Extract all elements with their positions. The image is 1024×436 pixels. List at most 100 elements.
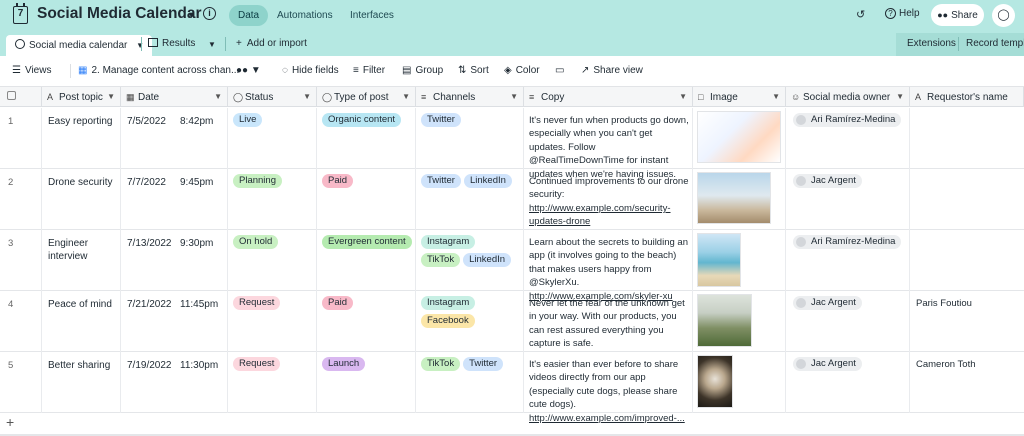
history-icon[interactable]: ↺ <box>856 8 865 21</box>
date-cell[interactable]: 7/7/2022 9:45pm <box>121 169 228 230</box>
chevron-down-icon[interactable]: ▼ <box>208 40 216 49</box>
chevron-down-icon[interactable]: ▼ <box>303 87 311 107</box>
channels-cell[interactable]: TikTok Twitter <box>416 352 524 413</box>
row-number-cell[interactable]: 1 <box>0 108 42 169</box>
post-topic-text: Better sharing <box>48 360 111 371</box>
records-grid: A Post topic ▼ ▦ Date ▼ ◯ Status ▼ ◯ Type of po… <box>0 87 1024 436</box>
post-topic-cell[interactable]: Drone security <box>42 169 121 230</box>
channels-cell[interactable]: Twitter <box>416 108 524 169</box>
row-number-cell[interactable]: 3 <box>0 230 42 291</box>
chevron-down-icon[interactable]: ▼ <box>510 87 518 107</box>
row-number-cell[interactable]: 2 <box>0 169 42 230</box>
info-icon[interactable]: i <box>203 7 216 20</box>
notifications-button[interactable]: ◯ <box>992 4 1015 27</box>
image-thumbnail-illustration[interactable] <box>697 111 781 163</box>
post-topic-cell[interactable]: Easy reporting <box>42 108 121 169</box>
date-cell[interactable]: 7/5/2022 8:42pm <box>121 108 228 169</box>
type-of-post-cell[interactable]: Paid <box>317 169 416 230</box>
post-topic-cell[interactable]: Peace of mind <box>42 291 121 352</box>
add-record-button[interactable]: + <box>6 414 14 430</box>
view-switcher[interactable]: ▦ 2. Manage content across chan... <box>78 65 239 76</box>
column-label: Type of post <box>334 92 389 103</box>
chevron-down-icon[interactable]: ▼ <box>402 87 410 107</box>
tab-social-media-calendar[interactable]: Social media calendar ▼ <box>6 35 153 56</box>
status-cell[interactable]: Request <box>228 352 317 413</box>
chevron-down-icon[interactable]: ▼ <box>187 10 196 20</box>
help-button[interactable]: ? Help <box>885 8 920 19</box>
share-view-button[interactable]: ↗ Share view <box>581 65 643 76</box>
chevron-down-icon[interactable]: ▼ <box>679 87 687 107</box>
chevron-down-icon[interactable]: ▼ <box>107 87 115 107</box>
requestor-cell[interactable] <box>910 108 1024 169</box>
nav-interfaces[interactable]: Interfaces <box>341 5 403 26</box>
type-of-post-cell[interactable]: Organic content <box>317 108 416 169</box>
views-button[interactable]: ☰ Views <box>12 65 51 76</box>
column-header-status[interactable]: ◯ Status ▼ <box>228 87 317 107</box>
image-thumbnail-bicycle[interactable] <box>697 294 752 347</box>
filter-label: Filter <box>362 65 386 76</box>
copy-link[interactable]: http://www.example.com/improved-... <box>529 413 685 424</box>
extensions-button[interactable]: Extensions <box>907 38 956 49</box>
image-thumbnail-dog[interactable] <box>697 355 733 408</box>
copy-link[interactable]: http://www.example.com/security-updates-… <box>529 203 671 227</box>
date-cell[interactable]: 7/21/2022 11:45pm <box>121 291 228 352</box>
status-cell[interactable]: On hold <box>228 230 317 291</box>
column-header-social-media-owner[interactable]: ☺ Social media owner ▼ <box>786 87 910 107</box>
share-button[interactable]: ●● Share <box>931 4 984 26</box>
row-number-cell[interactable]: 4 <box>0 291 42 352</box>
status-cell[interactable]: Planning <box>228 169 317 230</box>
channels-cell[interactable]: Instagram Facebook <box>416 291 524 352</box>
column-header-image[interactable]: □ Image ▼ <box>693 87 786 107</box>
row-number-cell[interactable]: 5 <box>0 352 42 413</box>
status-badge: On hold <box>233 235 279 249</box>
date-cell[interactable]: 7/13/2022 9:30pm <box>121 230 228 291</box>
requestor-cell[interactable] <box>910 169 1024 230</box>
type-of-post-cell[interactable]: Launch <box>317 352 416 413</box>
base-title[interactable]: Social Media Calendar <box>37 5 202 23</box>
table-row[interactable]: 3 Engineer interview 7/13/2022 9:30pm On hol… <box>0 230 1024 302</box>
column-header-date[interactable]: ▦ Date ▼ <box>121 87 228 107</box>
nav-automations[interactable]: Automations <box>268 5 342 26</box>
type-of-post-cell[interactable]: Paid <box>317 291 416 352</box>
tab-results[interactable]: Results <box>148 38 195 49</box>
view-collaborators-icon[interactable]: ●● ▼ <box>236 65 261 76</box>
type-of-post-cell[interactable]: Evergreen content <box>317 230 416 291</box>
requestor-cell[interactable] <box>910 230 1024 291</box>
image-thumbnail-beach[interactable] <box>697 233 741 287</box>
row-height-icon[interactable]: ▭ <box>555 65 564 76</box>
table-row[interactable]: 1 Easy reporting 7/5/2022 8:42pm Live Organic… <box>0 108 1024 180</box>
chevron-down-icon[interactable]: ▼ <box>214 87 222 107</box>
column-header-copy[interactable]: ≡ Copy ▼ <box>524 87 693 107</box>
select-all-checkbox[interactable] <box>0 87 42 107</box>
record-templates-button[interactable]: Record templa <box>966 38 1024 49</box>
post-topic-cell[interactable]: Engineer interview <box>42 230 121 291</box>
nav-data[interactable]: Data <box>229 5 269 26</box>
date-cell[interactable]: 7/19/2022 11:30pm <box>121 352 228 413</box>
filter-button[interactable]: ≡ Filter <box>353 65 385 76</box>
chevron-down-icon[interactable]: ▼ <box>896 87 904 107</box>
column-header-post-topic[interactable]: A Post topic ▼ <box>42 87 121 107</box>
color-button[interactable]: ◈ Color <box>504 65 540 76</box>
post-topic-cell[interactable]: Better sharing <box>42 352 121 413</box>
hide-fields-button[interactable]: ◌ Hide fields <box>282 65 339 76</box>
table-row[interactable]: 5 Better sharing 7/19/2022 11:30pm Request La… <box>0 352 1024 424</box>
table-row[interactable]: 2 Drone security 7/7/2022 9:45pm Planning Pai… <box>0 169 1024 230</box>
column-header-type-of-post[interactable]: ◯ Type of post ▼ <box>317 87 416 107</box>
column-label: Image <box>710 92 738 103</box>
date-text: 7/13/2022 <box>127 238 172 249</box>
column-header-channels[interactable]: ≡ Channels ▼ <box>416 87 524 107</box>
post-topic-text: Drone security <box>48 177 113 188</box>
channels-cell[interactable]: Instagram TikTok LinkedIn <box>416 230 524 291</box>
owner-chip: Ari Ramírez-Medina <box>793 113 902 127</box>
help-label: Help <box>899 8 920 19</box>
add-or-import-button[interactable]: + Add or import <box>236 38 307 49</box>
table-row[interactable]: 4 Peace of mind 7/21/2022 11:45pm Request Pai… <box>0 291 1024 352</box>
group-button[interactable]: ▤ Group <box>402 65 443 76</box>
chevron-down-icon[interactable]: ▼ <box>772 87 780 107</box>
sort-button[interactable]: ⇅ Sort <box>458 65 489 76</box>
image-thumbnail-drone[interactable] <box>697 172 771 224</box>
status-cell[interactable]: Request <box>228 291 317 352</box>
channels-cell[interactable]: Twitter LinkedIn <box>416 169 524 230</box>
status-cell[interactable]: Live <box>228 108 317 169</box>
column-header-requestors-name[interactable]: A Requestor's name <box>910 87 1024 107</box>
